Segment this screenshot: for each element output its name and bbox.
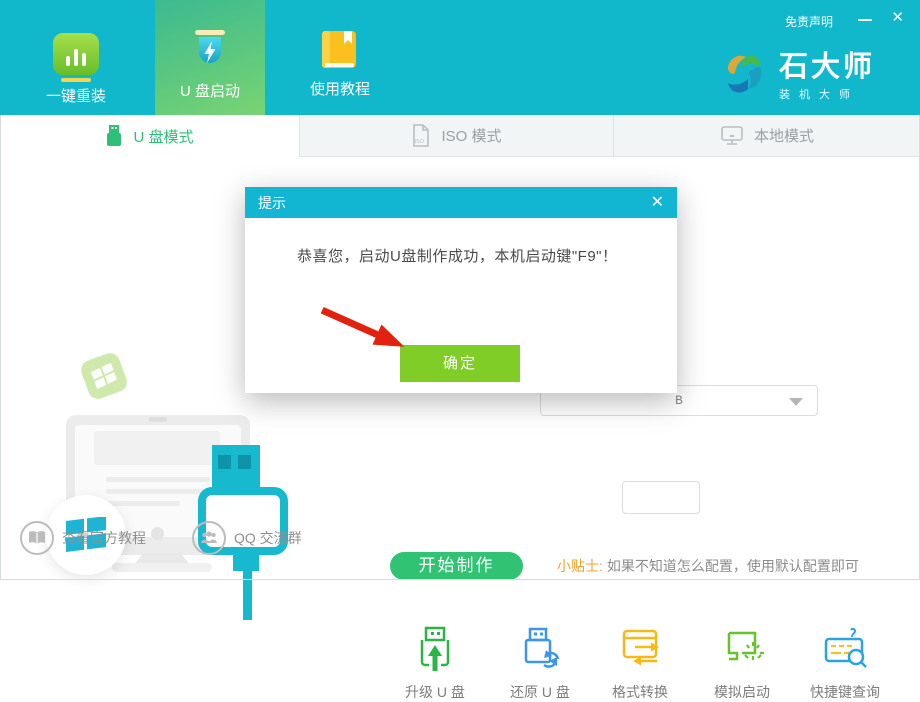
usb-icon (105, 124, 123, 148)
brand-logo: 石大师 装机大师 (722, 51, 875, 102)
tab-usb-mode[interactable]: U 盘模式 (0, 115, 300, 157)
config-input[interactable] (622, 481, 700, 514)
tab-label: ISO 模式 (441, 125, 501, 146)
illustration-usb-stem (233, 555, 259, 571)
minimize-icon (858, 19, 872, 21)
chevron-down-icon (789, 398, 803, 406)
ok-button[interactable]: 确定 (400, 345, 520, 382)
format-convert-icon (617, 625, 663, 675)
tool-simulate-boot[interactable]: 模拟启动 (687, 625, 797, 702)
mode-tabs: U 盘模式 ISO ISO 模式 本地模式 (0, 115, 920, 157)
tool-label: 模拟启动 (714, 682, 770, 702)
shield-lightning-icon (187, 30, 233, 74)
book-circle-icon (20, 521, 54, 555)
app-window: 一键重装 U 盘启动 使用教程 免责声明 ✕ (0, 0, 920, 580)
start-make-button[interactable]: 开始制作 (390, 552, 523, 580)
iso-file-icon: ISO (411, 124, 431, 148)
usb-restore-icon (517, 625, 563, 675)
tab-label: 本地模式 (754, 125, 814, 146)
tip-label: 小贴士: (557, 558, 603, 574)
brand-name: 石大师 (779, 51, 875, 83)
tab-label: U 盘模式 (133, 126, 193, 147)
nav-item-usb-boot[interactable]: U 盘启动 (155, 0, 265, 115)
nav-label: 一键重装 (46, 85, 106, 106)
tool-upgrade-usb[interactable]: 升级 U 盘 (380, 625, 490, 702)
chart-underline (61, 78, 91, 82)
success-dialog: 提示 ✕ 恭喜您，启动U盘制作成功，本机启动键"F9"！ 确定 (245, 187, 677, 393)
book-icon (320, 30, 360, 72)
disclaimer-link[interactable]: 免责声明 (785, 13, 833, 30)
svg-text:ISO: ISO (415, 139, 425, 145)
brand-tagline: 装机大师 (779, 86, 875, 102)
tab-iso-mode[interactable]: ISO ISO 模式 (300, 115, 613, 156)
people-circle-icon (192, 521, 226, 555)
minimize-button[interactable] (855, 10, 875, 30)
tab-local-mode[interactable]: 本地模式 (613, 115, 920, 156)
illustration-windows-badge (78, 350, 129, 401)
chart-bars-icon (53, 33, 99, 75)
dialog-title: 提示 (258, 193, 286, 213)
usb-device-select-value: B (675, 393, 683, 408)
tool-label: 升级 U 盘 (405, 682, 465, 702)
usb-upgrade-icon (412, 625, 458, 675)
tool-label: 格式转换 (612, 682, 668, 702)
qq-group-link[interactable]: QQ 交流群 (192, 521, 302, 555)
nav-label: U 盘启动 (180, 80, 240, 101)
illustration-usb-cable (243, 571, 252, 620)
hotkey-lookup-icon (820, 625, 870, 675)
header: 一键重装 U 盘启动 使用教程 免责声明 ✕ (0, 0, 920, 115)
dialog-close-button[interactable]: ✕ (651, 195, 664, 211)
dialog-titlebar: 提示 ✕ (245, 187, 677, 218)
tip-body: 如果不知道怎么配置，使用默认配置即可 (607, 558, 859, 574)
tip-text: 小贴士:如果不知道怎么配置，使用默认配置即可 (557, 556, 859, 576)
official-tutorial-link[interactable]: 查看官方教程 (20, 521, 146, 555)
tool-label: 快捷键查询 (810, 682, 880, 702)
close-button[interactable]: ✕ (891, 8, 904, 28)
nav-item-tutorial[interactable]: 使用教程 (285, 0, 395, 115)
tool-format-convert[interactable]: 格式转换 (585, 625, 695, 702)
tool-label: 还原 U 盘 (510, 682, 570, 702)
link-label: 查看官方教程 (62, 528, 146, 548)
dialog-message: 恭喜您，启动U盘制作成功，本机启动键"F9"！ (297, 245, 618, 266)
simulate-boot-icon (719, 625, 765, 675)
tool-hotkey-lookup[interactable]: 快捷键查询 (790, 625, 900, 702)
illustration-monitor-base (112, 563, 212, 572)
nav-item-one-key-reinstall[interactable]: 一键重装 (21, 0, 131, 115)
link-label: QQ 交流群 (234, 528, 302, 548)
nav-label: 使用教程 (310, 78, 370, 99)
monitor-icon (720, 125, 744, 146)
tool-restore-usb[interactable]: 还原 U 盘 (485, 625, 595, 702)
brand-logo-icon (722, 51, 766, 99)
